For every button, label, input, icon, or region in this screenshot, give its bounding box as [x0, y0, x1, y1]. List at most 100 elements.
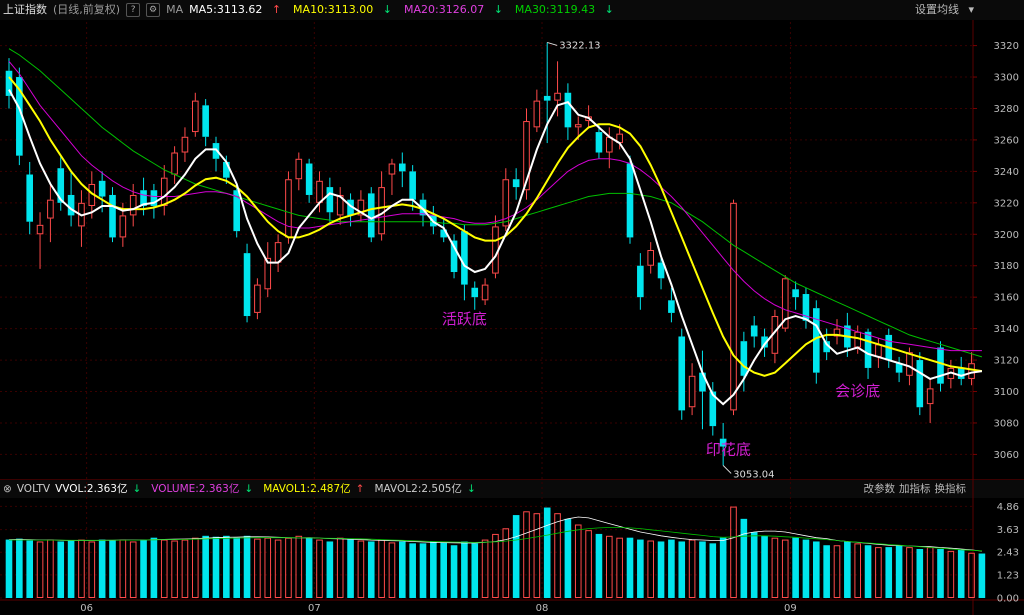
volume-bar [740, 518, 748, 598]
price-tick-label: 3140 [994, 324, 1019, 335]
annotation-label: 活跃底 [442, 310, 487, 328]
candle-body [26, 174, 33, 222]
candle [916, 352, 924, 416]
volume-bar [543, 507, 551, 598]
candle [802, 287, 810, 329]
candle-body [564, 92, 572, 128]
volume-bar [523, 511, 530, 598]
candle [813, 300, 820, 384]
candle-body [595, 132, 603, 153]
candle-body [688, 375, 696, 408]
volume-bar [678, 541, 686, 598]
volume-bar [554, 513, 561, 599]
candle [274, 234, 282, 273]
candle [771, 309, 779, 364]
volume-tick-label: 3.63 [997, 525, 1019, 536]
price-tick-label: 3080 [994, 418, 1019, 429]
candle [688, 363, 696, 416]
candle-body [626, 163, 634, 238]
volume-bar [430, 541, 437, 598]
candle-body [875, 344, 882, 357]
volume-bar [574, 524, 582, 598]
volume-bar [109, 540, 116, 598]
candle-body [937, 347, 944, 384]
candle [875, 338, 882, 368]
volume-bar [823, 545, 830, 598]
candle-body [647, 250, 655, 266]
candle [367, 187, 375, 243]
volume-bar [906, 547, 913, 598]
price-tick-label: 3220 [994, 198, 1019, 209]
candle-body [171, 152, 178, 175]
candle-body [36, 224, 44, 235]
candle-body [367, 193, 375, 238]
candle-body [678, 336, 686, 411]
candle-body [129, 194, 137, 216]
volume-bar [5, 539, 13, 598]
price-tick-label: 3160 [994, 293, 1019, 304]
month-label: 08 [536, 603, 549, 614]
volume-bar [844, 541, 851, 598]
candle [357, 190, 365, 222]
candle-body [543, 95, 551, 101]
volume-bar [781, 539, 789, 598]
candle-body [668, 300, 675, 313]
candle-body [512, 179, 520, 188]
candle [171, 146, 178, 184]
candle [192, 92, 199, 137]
candle-body [119, 215, 127, 238]
candle [512, 168, 520, 200]
volume-bar [78, 539, 85, 598]
volume-bar [305, 537, 313, 598]
volume-bar [367, 541, 375, 598]
volume-bar [285, 537, 292, 599]
candle [730, 199, 737, 416]
volume-bar [202, 535, 209, 598]
volume-bar [637, 539, 644, 598]
volume-bar [336, 537, 344, 599]
candle-body [192, 100, 199, 133]
volume-bar [968, 552, 975, 598]
volume-bar [616, 537, 623, 599]
candle-body [305, 163, 313, 195]
candle [564, 83, 572, 140]
volume-bar [533, 513, 541, 599]
volume-bar [895, 545, 903, 598]
volume-bar [419, 543, 427, 598]
volume-bar [26, 540, 33, 598]
volume-bar [264, 537, 272, 599]
volume-bar [119, 539, 127, 598]
price-tick-label: 3300 [994, 73, 1019, 84]
candle-body [740, 341, 748, 376]
high-pointer [547, 41, 558, 46]
volume-bar [585, 530, 592, 599]
candle [202, 99, 209, 147]
volume-bar [709, 543, 717, 598]
volume-bar [129, 541, 137, 599]
candle-body [378, 187, 385, 235]
volume-bar [657, 541, 665, 598]
volume-bar [978, 553, 986, 598]
price-tick-label: 3100 [994, 387, 1019, 398]
candle-body [606, 136, 613, 153]
candle-body [916, 360, 924, 408]
candle-body [554, 92, 561, 101]
volume-bar [750, 532, 758, 598]
candle [285, 171, 292, 244]
volume-bar [450, 545, 458, 598]
volume-bar [864, 545, 872, 598]
candle [792, 281, 799, 310]
volume-bar [160, 539, 168, 598]
volume-bar [233, 537, 240, 598]
chart-canvas[interactable]: 3320 3300 3280 3260 3240 3220 3200 3180 3160 3140… [0, 0, 1024, 615]
candle [833, 319, 841, 345]
volume-bar [492, 533, 499, 599]
volume-bar [461, 541, 468, 598]
candle-body [47, 199, 54, 219]
candle [492, 215, 499, 279]
candle-body [481, 284, 489, 301]
candle-body [864, 331, 872, 368]
volume-bar [192, 537, 199, 599]
price-tick-label: 3240 [994, 167, 1019, 178]
candle [254, 278, 261, 320]
